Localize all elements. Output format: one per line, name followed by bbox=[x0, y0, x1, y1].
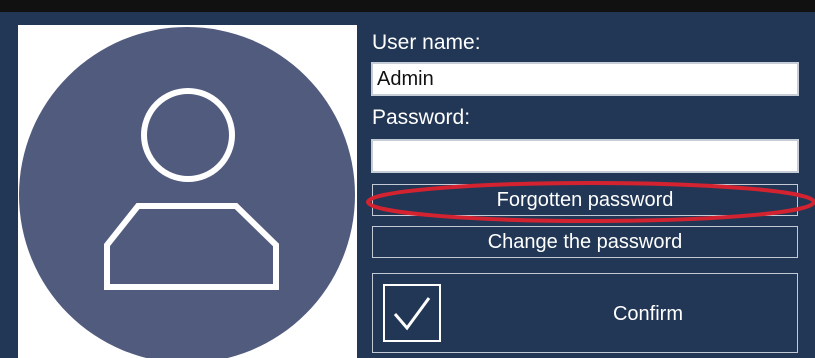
forgotten-password-button[interactable]: Forgotten password bbox=[372, 184, 798, 216]
confirm-button[interactable]: Confirm bbox=[372, 273, 798, 353]
avatar bbox=[18, 25, 357, 358]
user-avatar-icon bbox=[19, 27, 355, 358]
change-password-button[interactable]: Change the password bbox=[372, 226, 798, 258]
username-label: User name: bbox=[372, 31, 481, 54]
checkmark-icon bbox=[383, 284, 441, 342]
confirm-label: Confirm bbox=[612, 303, 683, 325]
password-label: Password: bbox=[372, 106, 471, 129]
username-input[interactable] bbox=[371, 62, 799, 96]
login-screen: User name: Password: Forgotten password … bbox=[0, 0, 815, 358]
password-input[interactable] bbox=[371, 139, 799, 173]
